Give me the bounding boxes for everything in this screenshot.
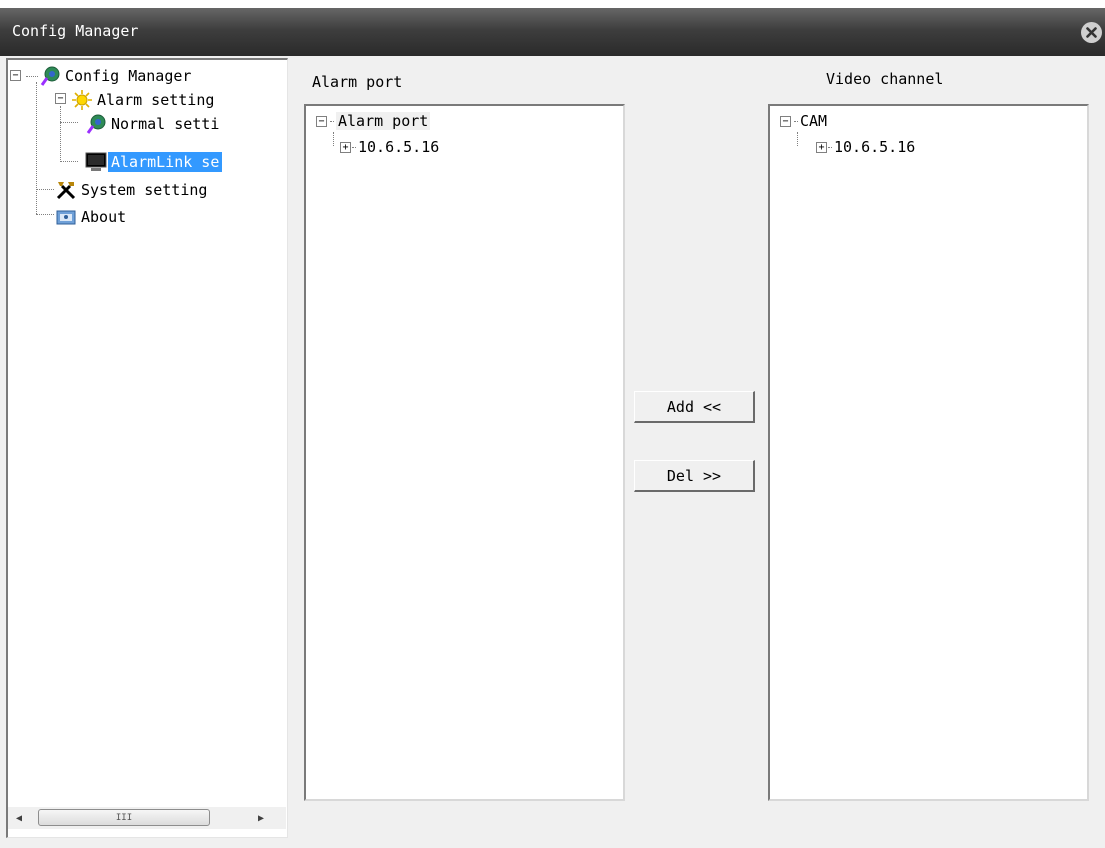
alarm-port-label: Alarm port <box>312 73 403 91</box>
about-icon <box>56 210 76 225</box>
video-channel-root[interactable]: CAM <box>794 110 827 132</box>
alarm-port-item-label: 10.6.5.16 <box>358 138 440 156</box>
video-channel-item-label: 10.6.5.16 <box>834 138 916 156</box>
alarm-light-icon <box>72 90 92 110</box>
tree-item-normal-setting[interactable]: Normal setti <box>84 112 222 136</box>
tree-item-label: Config Manager <box>65 67 192 85</box>
video-channel-root-label: CAM <box>800 112 828 130</box>
tree-item-config-manager[interactable]: Config Manager <box>38 64 194 88</box>
tree-item-system-setting[interactable]: System setting <box>54 178 210 202</box>
scroll-right-button[interactable]: ▶ <box>250 807 272 829</box>
tree-item-label: System setting <box>81 181 208 199</box>
tree-line <box>36 189 54 190</box>
tree-item-label: Normal setti <box>111 115 220 133</box>
close-button[interactable] <box>1081 22 1102 43</box>
video-channel-label: Video channel <box>826 70 944 88</box>
expand-toggle[interactable]: + <box>340 142 351 153</box>
tree-line <box>797 132 798 146</box>
alarm-port-item[interactable]: 10.6.5.16 <box>352 136 439 158</box>
expand-toggle[interactable]: + <box>816 142 827 153</box>
tree-line <box>60 161 78 162</box>
window-title: Config Manager <box>12 22 139 40</box>
alarm-port-tree[interactable]: − Alarm port + 10.6.5.16 <box>304 104 625 801</box>
scroll-thumb[interactable]: III <box>38 809 210 826</box>
monitor-icon <box>85 152 107 171</box>
tree-horizontal-scrollbar[interactable]: ◀ III ▶ <box>8 807 286 829</box>
tree-line <box>36 214 54 215</box>
collapse-toggle[interactable]: − <box>55 93 66 104</box>
tree-line <box>26 76 38 77</box>
collapse-toggle[interactable]: − <box>316 116 327 127</box>
add-button[interactable]: Add << <box>634 391 755 423</box>
tree-item-alarm-setting[interactable]: Alarm setting <box>70 88 217 112</box>
normal-setting-icon <box>86 114 106 134</box>
title-bar: Config Manager <box>0 8 1105 56</box>
tree-item-alarmlink-setting[interactable]: AlarmLink se <box>84 150 223 174</box>
tree-line <box>60 106 61 162</box>
tree-item-label: AlarmLink se <box>108 152 223 172</box>
tree-line <box>36 82 37 214</box>
collapse-toggle[interactable]: − <box>10 70 21 81</box>
collapse-toggle[interactable]: − <box>780 116 791 127</box>
tree-item-label: Alarm setting <box>97 91 215 109</box>
config-tree[interactable]: − Config Manager − Alarm setting Normal … <box>6 58 288 838</box>
alarm-port-root-label: Alarm port <box>336 112 431 130</box>
alarm-port-root[interactable]: Alarm port <box>330 110 431 132</box>
tree-line <box>60 122 78 123</box>
video-channel-item[interactable]: 10.6.5.16 <box>828 136 915 158</box>
tools-icon <box>56 182 76 200</box>
tree-line <box>333 132 334 146</box>
video-channel-tree[interactable]: − CAM + 10.6.5.16 <box>768 104 1089 801</box>
scroll-left-button[interactable]: ◀ <box>8 807 30 829</box>
config-manager-icon <box>40 66 60 86</box>
close-icon <box>1086 27 1097 38</box>
tree-item-label: About <box>81 208 127 226</box>
del-button[interactable]: Del >> <box>634 460 755 492</box>
tree-item-about[interactable]: About <box>54 205 129 229</box>
scroll-grip: III <box>115 812 133 823</box>
